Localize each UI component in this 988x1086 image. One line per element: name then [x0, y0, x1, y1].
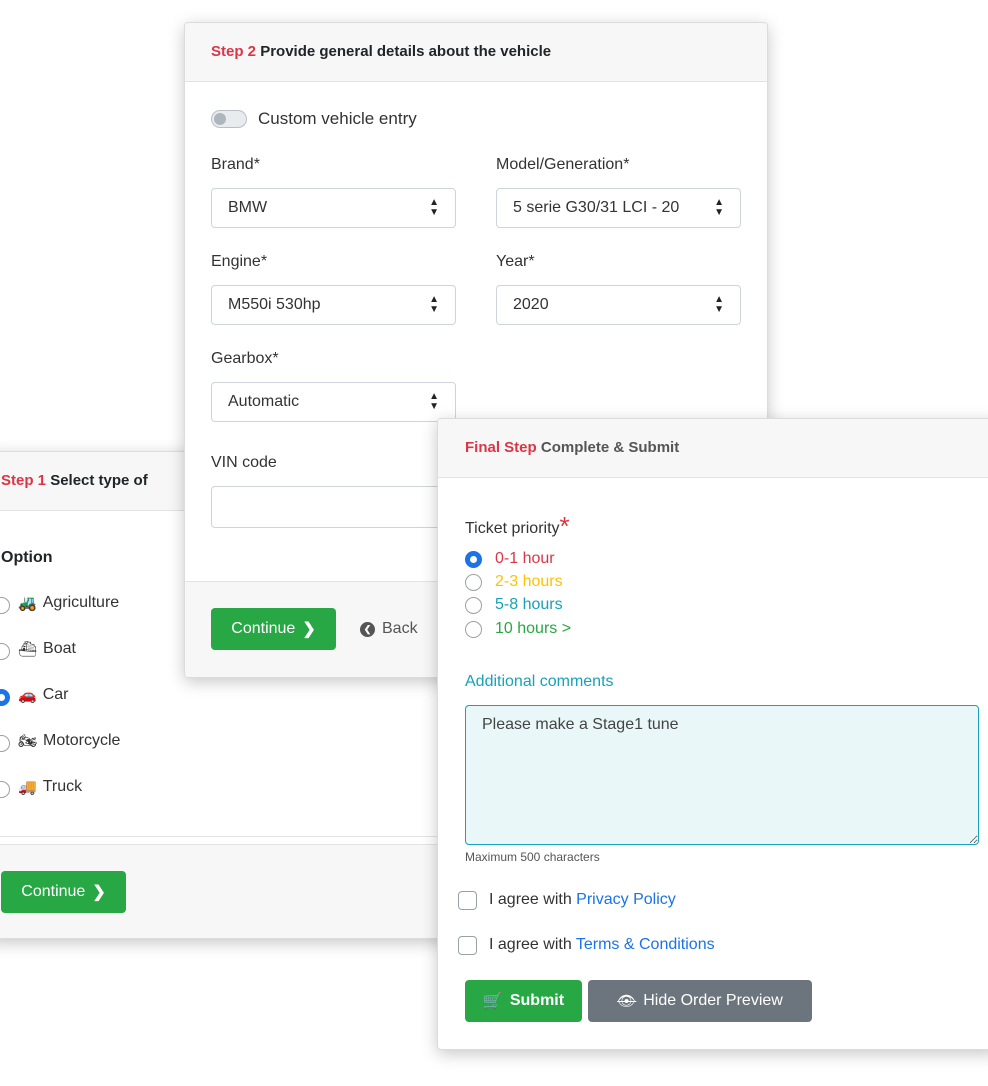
tractor-icon: 🚜 [18, 595, 37, 612]
option-heading: Option [1, 549, 53, 566]
chevron-circle-left-icon: ❮ [360, 621, 375, 637]
year-select[interactable]: 2020 ▲ ▼ [496, 285, 741, 325]
model-label: Model/Generation* [496, 156, 630, 173]
eye-slash-icon: 👁 [617, 993, 637, 1010]
step2-title: Provide general details about the vehicl… [260, 43, 552, 60]
back-button[interactable]: ❮ Back [360, 620, 418, 638]
step1-step-label: Step 1 [1, 472, 47, 489]
hide-order-preview-button[interactable]: 👁 Hide Order Preview [588, 980, 812, 1022]
engine-value: M550i 530hp [228, 296, 321, 313]
shopping-cart-icon: 🛒 [482, 993, 503, 1010]
priority-label-row: Ticket priority* [465, 511, 570, 542]
terms-conditions-link[interactable]: Terms & Conditions [576, 936, 715, 953]
sort-arrows-icon: ▲ ▼ [429, 294, 439, 315]
sort-arrows-icon: ▲ ▼ [714, 294, 724, 315]
terms-checkbox[interactable] [458, 936, 477, 955]
step2-continue-button[interactable]: Continue ❯ [211, 608, 336, 650]
privacy-agree-row[interactable]: I agree with Privacy Policy [458, 890, 858, 912]
sort-arrows-icon: ▲ ▼ [429, 197, 439, 218]
radio-agriculture[interactable] [0, 597, 10, 614]
terms-agree-row[interactable]: I agree with Terms & Conditions [458, 935, 858, 957]
priority-label: 2-3 hours [495, 573, 563, 590]
radio-priority-0-1[interactable] [465, 551, 482, 568]
priority-option-10-hours[interactable]: 10 hours > [465, 620, 665, 642]
vehicle-option-truck[interactable]: 🚚 Truck [0, 776, 289, 802]
option-label: Car [42, 686, 69, 703]
model-value: 5 serie G30/31 LCI - 20 [513, 199, 680, 216]
option-label: Motorcycle [43, 732, 121, 749]
required-asterisk: * [559, 511, 570, 541]
final-step-header: Final Step Complete & Submit [438, 419, 988, 478]
radio-car[interactable] [0, 689, 10, 706]
brand-value: BMW [228, 199, 268, 216]
priority-label: 10 hours > [495, 620, 572, 637]
radio-boat[interactable] [0, 643, 10, 660]
car-icon: 🚗 [18, 687, 37, 704]
gearbox-label: Gearbox* [211, 350, 279, 367]
hide-preview-label: Hide Order Preview [643, 992, 783, 1009]
gearbox-select[interactable]: Automatic ▲ ▼ [211, 382, 456, 422]
step1-footer: Continue ❯ [0, 844, 459, 938]
step2-step-label: Step 2 [211, 43, 257, 60]
radio-priority-2-3[interactable] [465, 574, 482, 591]
sort-arrows-icon: ▲ ▼ [429, 391, 439, 412]
sort-arrows-icon: ▲ ▼ [714, 197, 724, 218]
priority-option-5-8-hours[interactable]: 5-8 hours [465, 596, 665, 618]
submit-label: Submit [509, 992, 565, 1009]
truck-icon: 🚚 [18, 779, 37, 796]
year-value: 2020 [513, 296, 549, 313]
privacy-checkbox[interactable] [458, 891, 477, 910]
terms-prefix: I agree with [489, 936, 572, 953]
gearbox-value: Automatic [228, 393, 300, 410]
continue-label: Continue [231, 620, 296, 637]
custom-vehicle-toggle[interactable] [211, 110, 247, 128]
submit-button[interactable]: 🛒 Submit [465, 980, 582, 1022]
final-step-label: Final Step [465, 439, 537, 456]
year-label: Year* [496, 253, 535, 270]
vehicle-option-motorcycle[interactable]: 🏍 Motorcycle [0, 730, 289, 756]
privacy-policy-link[interactable]: Privacy Policy [576, 891, 676, 908]
vin-label: VIN code [211, 454, 277, 471]
ship-icon: ⛴ [18, 641, 38, 658]
chevron-right-icon: ❯ [92, 884, 106, 901]
option-label: Agriculture [42, 594, 120, 611]
radio-priority-10[interactable] [465, 621, 482, 638]
priority-label: 0-1 hour [495, 550, 555, 567]
option-label: Truck [42, 778, 83, 795]
final-step-title: Complete & Submit [540, 439, 680, 456]
priority-option-0-1-hour[interactable]: 0-1 hour [465, 550, 665, 572]
radio-truck[interactable] [0, 781, 10, 798]
brand-label: Brand* [211, 156, 260, 173]
step1-continue-button[interactable]: Continue ❯ [1, 871, 126, 913]
custom-vehicle-label: Custom vehicle entry [258, 109, 417, 128]
priority-label: Ticket priority [465, 520, 560, 537]
comments-label: Additional comments [465, 673, 614, 690]
comments-hint: Maximum 500 characters [465, 850, 600, 864]
brand-select[interactable]: BMW ▲ ▼ [211, 188, 456, 228]
model-select[interactable]: 5 serie G30/31 LCI - 20 ▲ ▼ [496, 188, 741, 228]
toggle-knob [214, 113, 226, 125]
privacy-prefix: I agree with [489, 891, 572, 908]
radio-motorcycle[interactable] [0, 735, 10, 752]
priority-label: 5-8 hours [495, 596, 563, 613]
continue-label: Continue [21, 883, 86, 900]
radio-priority-5-8[interactable] [465, 597, 482, 614]
chevron-right-icon: ❯ [302, 621, 316, 638]
motorcycle-icon: 🏍 [18, 733, 38, 750]
vehicle-option-car[interactable]: 🚗 Car [0, 684, 289, 710]
step1-divider [0, 836, 459, 837]
back-label: Back [382, 620, 418, 637]
priority-option-2-3-hours[interactable]: 2-3 hours [465, 573, 665, 595]
step2-header: Step 2 Provide general details about the… [185, 23, 767, 82]
engine-label: Engine* [211, 253, 268, 270]
step1-title: Select type of [50, 472, 148, 489]
final-step-card: Final Step Complete & Submit Ticket prio… [437, 418, 988, 1050]
engine-select[interactable]: M550i 530hp ▲ ▼ [211, 285, 456, 325]
option-label: Boat [43, 640, 76, 657]
comments-textarea[interactable]: Please make a Stage1 tune [465, 705, 979, 845]
